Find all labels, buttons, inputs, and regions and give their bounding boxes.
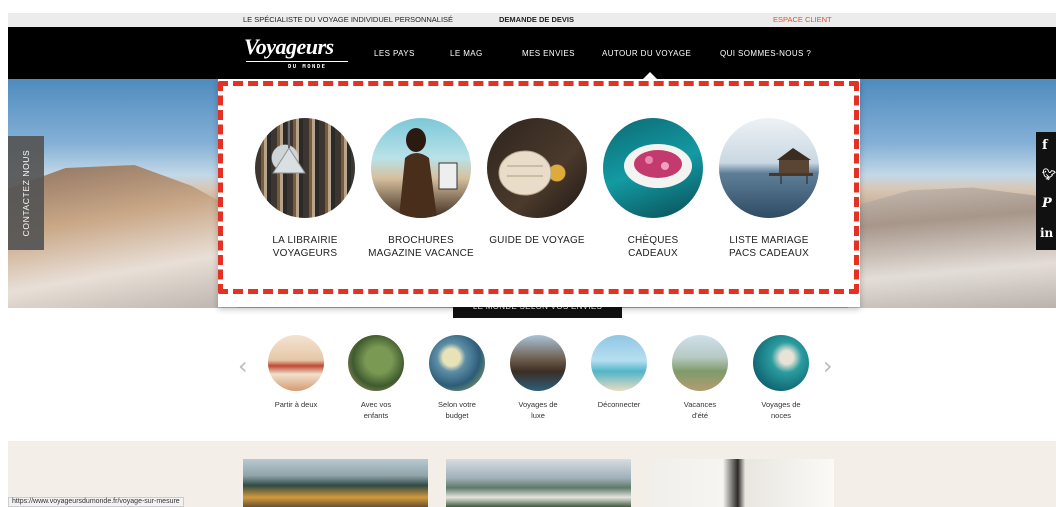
hero-mountain-right: [848, 187, 1056, 308]
facebook-icon[interactable]: f: [1042, 138, 1048, 153]
featured-card-3[interactable]: [649, 459, 834, 507]
logo-underline: [246, 61, 348, 62]
nav-les-pays[interactable]: LES PAYS: [374, 49, 415, 58]
twitter-icon[interactable]: 🐦︎: [1042, 168, 1056, 181]
disconnect-image: [591, 335, 647, 391]
children-image: [348, 335, 404, 391]
carousel-label: Voyages de noces: [761, 400, 801, 420]
top-utility-bar: LE SPÉCIALISTE DU VOYAGE INDIVIDUEL PERS…: [8, 13, 1056, 27]
carousel-label: Avec vos enfants: [360, 400, 392, 420]
couple-image: [268, 335, 324, 391]
carousel-prev-button[interactable]: ‹: [238, 352, 248, 380]
carousel-label: Selon votre budget: [438, 400, 476, 420]
carousel-next-button[interactable]: ›: [823, 352, 833, 380]
status-bar-url: https://www.voyageursdumonde.fr/voyage-s…: [8, 497, 184, 507]
featured-card-2[interactable]: [446, 459, 631, 507]
site-logo[interactable]: Voyageurs DU MONDE: [244, 34, 354, 74]
summer-image: [672, 335, 728, 391]
carousel-label: Partir à deux: [274, 400, 318, 409]
contact-tab-label: CONTACTEZ NOUS: [21, 149, 31, 237]
honeymoon-image: [753, 335, 809, 391]
highlight-dashed-frame: [218, 81, 859, 294]
carousel-label: Déconnecter: [597, 400, 641, 409]
nav-autour-du-voyage[interactable]: AUTOUR DU VOYAGE: [602, 49, 691, 58]
nav-mes-envies[interactable]: MES ENVIES: [522, 49, 575, 58]
quote-request-link[interactable]: DEMANDE DE DEVIS: [499, 15, 574, 24]
client-area-link[interactable]: ESPACE CLIENT: [773, 15, 832, 24]
featured-card-1[interactable]: [243, 459, 428, 507]
logo-wordmark: Voyageurs: [244, 34, 334, 59]
social-bar: f 🐦︎ P in: [1036, 132, 1056, 250]
tagline: LE SPÉCIALISTE DU VOYAGE INDIVIDUEL PERS…: [243, 15, 454, 24]
carousel-label: Vacances d'été: [683, 400, 717, 420]
active-menu-caret: [643, 72, 657, 79]
nav-qui-sommes-nous[interactable]: QUI SOMMES-NOUS ?: [720, 49, 811, 58]
linkedin-icon[interactable]: in: [1040, 226, 1053, 240]
budget-image: [429, 335, 485, 391]
contact-tab[interactable]: CONTACTEZ NOUS: [8, 136, 44, 250]
luxury-image: [510, 335, 566, 391]
logo-subtitle: DU MONDE: [288, 64, 327, 70]
carousel-label: Voyages de luxe: [518, 400, 558, 420]
nav-le-mag[interactable]: LE MAG: [450, 49, 483, 58]
main-nav: Voyageurs DU MONDE LES PAYS LE MAG MES E…: [8, 27, 1056, 79]
pinterest-icon[interactable]: P: [1042, 196, 1052, 211]
